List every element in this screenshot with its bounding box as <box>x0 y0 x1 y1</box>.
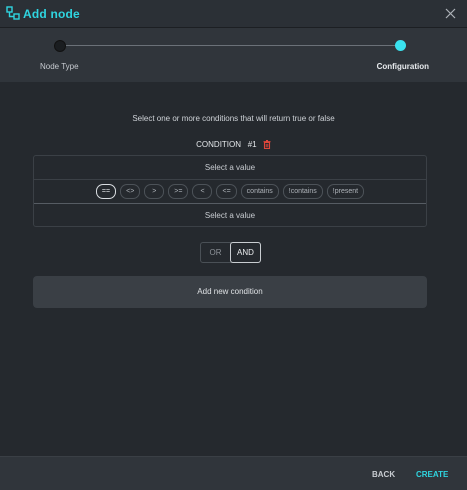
step-node-type-indicator[interactable] <box>54 40 66 52</box>
operator-not-contains-chip[interactable]: !contains <box>282 184 323 199</box>
operator-neq-chip[interactable]: <> <box>120 184 141 199</box>
condition-label: CONDITION <box>196 140 242 149</box>
operator-lte-chip[interactable]: <= <box>216 184 237 199</box>
condition-panel: Select a value == <> > >= < <= contains … <box>33 155 427 227</box>
add-node-dialog: Add node Node Type Configuration Select … <box>0 0 467 490</box>
left-value-select[interactable]: Select a value <box>34 163 426 172</box>
instruction-text: Select one or more conditions that will … <box>132 114 335 123</box>
divider <box>34 203 426 204</box>
logic-toggle: OR AND <box>200 242 261 263</box>
dialog-footer: BACK CREATE <box>0 456 467 490</box>
trash-icon[interactable] <box>263 140 271 149</box>
step-configuration-label: Configuration <box>376 62 429 71</box>
operator-not-present-chip[interactable]: !present <box>326 184 365 199</box>
right-value-select[interactable]: Select a value <box>34 211 426 220</box>
add-condition-button[interactable]: Add new condition <box>33 276 427 308</box>
condition-heading: CONDITION #1 <box>0 140 467 149</box>
operator-contains-chip[interactable]: contains <box>240 184 279 199</box>
condition-number: #1 <box>247 140 257 149</box>
operator-eq-chip[interactable]: == <box>95 184 117 199</box>
step-node-type-label: Node Type <box>40 62 79 71</box>
dialog-header: Add node <box>0 0 467 28</box>
stepper: Node Type Configuration <box>0 28 467 82</box>
operator-group: == <> > >= < <= contains !contains !pres… <box>34 184 426 200</box>
create-button[interactable]: CREATE <box>416 470 448 479</box>
dialog-title: Add node <box>23 7 80 21</box>
step-configuration-indicator[interactable] <box>395 40 406 51</box>
divider <box>34 179 426 180</box>
operator-gte-chip[interactable]: >= <box>168 184 189 199</box>
node-graph-icon <box>6 6 20 20</box>
operator-lt-chip[interactable]: < <box>192 184 213 199</box>
logic-or-button[interactable]: OR <box>201 243 230 262</box>
logic-and-button[interactable]: AND <box>230 242 261 263</box>
stepper-connector <box>59 45 401 46</box>
close-icon[interactable] <box>445 8 456 19</box>
back-button[interactable]: BACK <box>372 470 395 479</box>
operator-gt-chip[interactable]: > <box>144 184 165 199</box>
